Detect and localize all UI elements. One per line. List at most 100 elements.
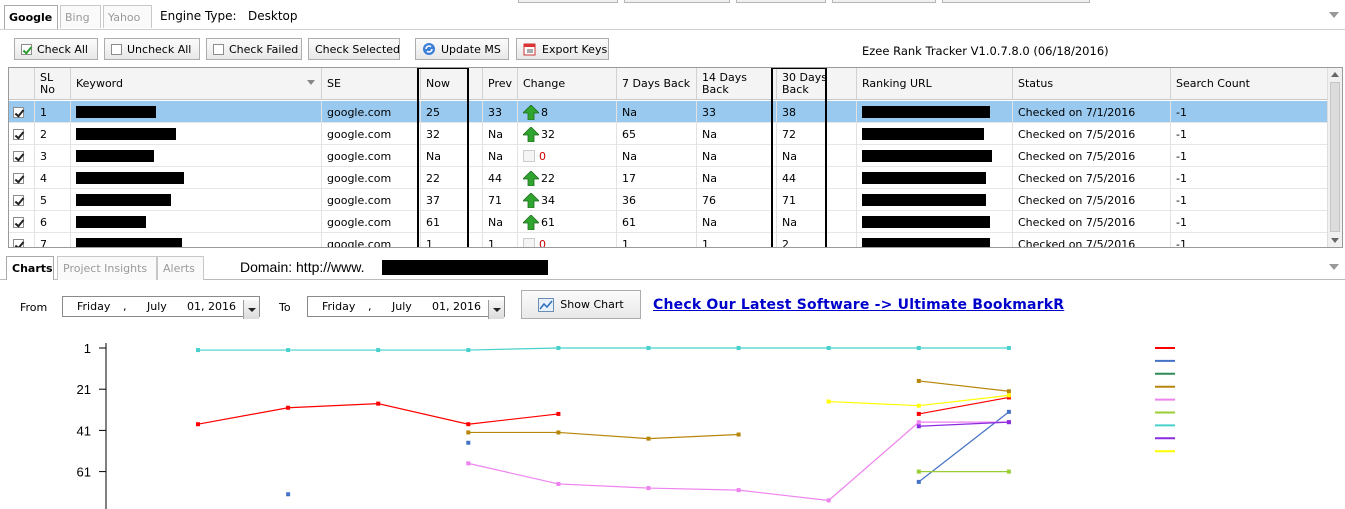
table-row[interactable]: 1 google.com 25 33 8 Na 33 38 Checked on 7/1/201… bbox=[9, 101, 1329, 123]
header-se[interactable]: SE bbox=[322, 68, 421, 100]
y-tick-label: 61 bbox=[77, 465, 91, 480]
collapse-panel-icon[interactable] bbox=[1329, 12, 1339, 18]
show-chart-button[interactable]: Show Chart bbox=[521, 290, 641, 319]
row-checkbox-cell[interactable] bbox=[9, 233, 35, 247]
promo-link[interactable]: Check Our Latest Software -> Ultimate Bo… bbox=[653, 297, 1064, 313]
grid-scrollbar[interactable] bbox=[1327, 68, 1342, 247]
tab-charts[interactable]: Charts bbox=[6, 256, 54, 280]
series-line bbox=[918, 380, 1009, 392]
table-row[interactable]: 2 google.com 32 Na 32 65 Na 72 Checked on 7/5/20… bbox=[9, 123, 1329, 145]
row-checkbox-cell[interactable] bbox=[9, 101, 35, 123]
row-checkbox-cell[interactable] bbox=[9, 211, 35, 233]
collapse-lower-panel-icon[interactable] bbox=[1329, 264, 1339, 270]
row-checkbox[interactable] bbox=[13, 150, 24, 162]
sl-cell: 3 bbox=[35, 145, 71, 167]
rank-up-arrow-icon bbox=[523, 126, 539, 142]
header-search-count[interactable]: Search Count bbox=[1171, 68, 1329, 100]
change-value: 34 bbox=[541, 193, 555, 207]
scroll-up-icon[interactable] bbox=[1331, 72, 1339, 77]
change-cell: 34 bbox=[518, 189, 617, 211]
series-line bbox=[468, 431, 739, 440]
series-line bbox=[198, 347, 1009, 351]
se-cell: google.com bbox=[322, 101, 421, 123]
d30-cell: 2 bbox=[777, 233, 857, 247]
to-dropdown-icon[interactable] bbox=[488, 300, 504, 319]
header-sl[interactable]: SL No bbox=[35, 68, 71, 100]
row-checkbox[interactable] bbox=[13, 172, 24, 184]
y-tick-label: 21 bbox=[77, 382, 91, 397]
toolbar-stub-button[interactable] bbox=[624, 0, 730, 3]
header-14days[interactable]: 14 Days Back bbox=[697, 68, 777, 100]
update-ms-button[interactable]: Update MS bbox=[415, 38, 509, 60]
header-change[interactable]: Change bbox=[518, 68, 617, 100]
scroll-thumb[interactable] bbox=[1330, 82, 1340, 232]
check-failed-button[interactable]: Check Failed bbox=[206, 38, 302, 60]
uncheck-all-button[interactable]: Uncheck All bbox=[104, 38, 200, 60]
data-point bbox=[1006, 420, 1011, 425]
table-row[interactable]: 6 google.com 61 Na 61 61 Na Na Checked on 7/5/20… bbox=[9, 211, 1329, 233]
table-row[interactable]: 5 google.com 37 71 34 36 76 71 Checked on 7/5/20… bbox=[9, 189, 1329, 211]
header-30days[interactable]: 30 Days Back bbox=[777, 68, 857, 100]
prev-cell: Na bbox=[483, 211, 518, 233]
row-checkbox-cell[interactable] bbox=[9, 167, 35, 189]
row-checkbox[interactable] bbox=[13, 128, 24, 140]
toolbar-stub-button[interactable] bbox=[832, 0, 936, 3]
data-point bbox=[196, 348, 200, 353]
data-point bbox=[286, 348, 291, 353]
tab-google[interactable]: Google bbox=[4, 5, 58, 29]
sl-cell: 2 bbox=[35, 123, 71, 145]
se-cell: google.com bbox=[322, 211, 421, 233]
export-keys-button[interactable]: Export Keys bbox=[516, 38, 609, 60]
scroll-down-icon[interactable] bbox=[1331, 238, 1339, 243]
row-checkbox[interactable] bbox=[13, 238, 24, 247]
header-now[interactable]: Now bbox=[421, 68, 483, 100]
header-7days[interactable]: 7 Days Back bbox=[617, 68, 697, 100]
row-checkbox[interactable] bbox=[13, 106, 24, 118]
data-point bbox=[1006, 469, 1011, 474]
check-selected-button[interactable]: Check Selected bbox=[308, 38, 400, 60]
table-row[interactable]: 7 google.com 1 1 0 1 1 2 Checked on 7/5/2016 -1 bbox=[9, 233, 1329, 247]
d14-cell: Na bbox=[697, 167, 777, 189]
table-row[interactable]: 4 google.com 22 44 22 17 Na 44 Checked on 7/5/20… bbox=[9, 167, 1329, 189]
table-row[interactable]: 3 google.com Na Na 0 Na Na Na Checked on 7/5/201… bbox=[9, 145, 1329, 167]
row-checkbox-cell[interactable] bbox=[9, 123, 35, 145]
d14-cell: Na bbox=[697, 211, 777, 233]
from-label: From bbox=[20, 301, 48, 314]
check-all-button[interactable]: Check All bbox=[14, 38, 98, 60]
header-status[interactable]: Status bbox=[1013, 68, 1171, 100]
rank-up-arrow-icon bbox=[523, 170, 539, 186]
ranking-url-cell-redacted bbox=[857, 233, 1013, 247]
from-date-picker[interactable]: Friday , July 01, 2016 bbox=[62, 296, 260, 319]
header-prev[interactable]: Prev bbox=[483, 68, 518, 100]
from-dropdown-icon[interactable] bbox=[243, 300, 259, 319]
count-cell: -1 bbox=[1171, 211, 1329, 233]
header-ranking-url[interactable]: Ranking URL bbox=[857, 68, 1013, 100]
from-day: Friday bbox=[77, 300, 111, 313]
toolbar-stub-button[interactable] bbox=[736, 0, 826, 3]
tab-alerts[interactable]: Alerts bbox=[157, 256, 204, 280]
data-point bbox=[916, 378, 921, 383]
toolbar-stub-button[interactable] bbox=[518, 0, 618, 3]
to-date-picker[interactable]: Friday , July 01, 2016 bbox=[307, 296, 505, 319]
keyword-redaction bbox=[76, 216, 146, 228]
tab-project-insights[interactable]: Project Insights bbox=[57, 256, 157, 280]
filter-icon[interactable] bbox=[307, 80, 315, 85]
header-select[interactable] bbox=[9, 68, 35, 100]
row-checkbox[interactable] bbox=[13, 216, 24, 228]
change-cell: 8 bbox=[518, 101, 617, 123]
d7-cell: 1 bbox=[617, 233, 697, 247]
data-point bbox=[556, 346, 561, 350]
row-checkbox-cell[interactable] bbox=[9, 145, 35, 167]
header-keyword[interactable]: Keyword bbox=[71, 68, 322, 100]
keyword-redaction bbox=[76, 238, 182, 247]
tab-bing[interactable]: Bing bbox=[60, 5, 101, 28]
row-checkbox[interactable] bbox=[13, 194, 24, 206]
now-cell: 22 bbox=[421, 167, 483, 189]
tab-yahoo[interactable]: Yahoo bbox=[103, 5, 152, 28]
data-point bbox=[826, 399, 831, 404]
row-checkbox-cell[interactable] bbox=[9, 189, 35, 211]
now-cell: 32 bbox=[421, 123, 483, 145]
d14-cell: 33 bbox=[697, 101, 777, 123]
toolbar-stub-button[interactable] bbox=[942, 0, 1090, 3]
change-cell: 61 bbox=[518, 211, 617, 233]
